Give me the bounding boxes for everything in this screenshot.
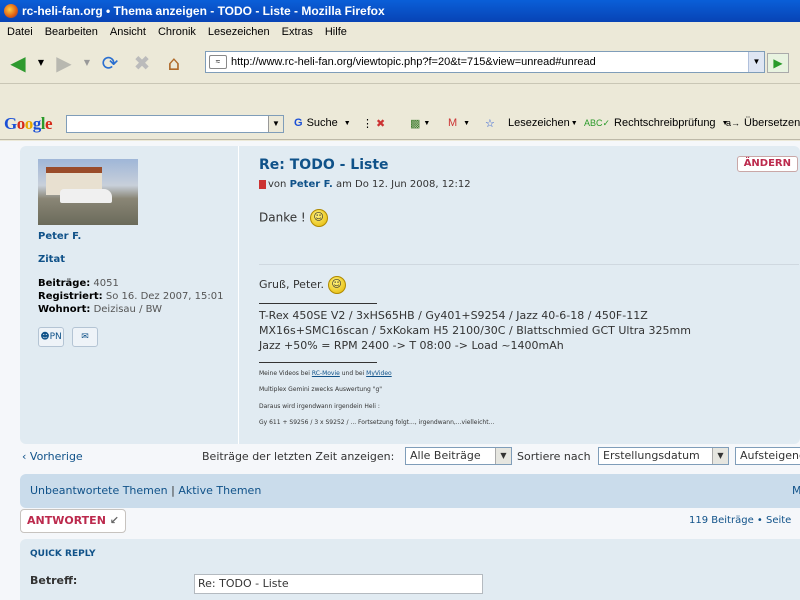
spellcheck-icon: ABC✓: [584, 117, 611, 128]
unanswered-topics-link[interactable]: Unbeantwortete Themen: [30, 484, 168, 497]
window-title: rc-heli-fan.org • Thema anzeigen - TODO …: [22, 4, 385, 18]
envelope-icon: ✉: [81, 332, 89, 342]
signature-line: [259, 303, 377, 304]
gmail-icon[interactable]: M ▼: [448, 117, 470, 129]
back-dropdown-icon[interactable]: ▼: [36, 49, 46, 77]
back-button[interactable]: ◀: [4, 49, 32, 77]
address-bar[interactable]: ≈ http://www.rc-heli-fan.org/viewtopic.p…: [205, 51, 765, 73]
post-meta: von Peter F. am Do 12. Jun 2008, 12:12: [259, 179, 471, 190]
sig-line-3: Daraus wird irgendwann irgendein Heli :: [259, 403, 380, 410]
post-author-link[interactable]: Peter F.: [290, 179, 333, 190]
menu-bearbeiten[interactable]: Bearbeiten: [45, 26, 98, 38]
post-body: Re: TODO - Liste ÄNDERN von Peter F. am …: [238, 146, 799, 444]
show-select[interactable]: Alle Beiträge ▼: [405, 447, 512, 465]
window-titlebar: rc-heli-fan.org • Thema anzeigen - TODO …: [0, 0, 800, 22]
bookmark-star-icon[interactable]: ☆: [485, 117, 495, 130]
chevron-left-icon: ‹: [22, 450, 27, 463]
google-search-dropdown-icon[interactable]: ▼: [268, 116, 283, 132]
navigation-toolbar: ◀ ▼ ▶ ▼ ⟳ ✖ ⌂ ≈ http://www.rc-heli-fan.o…: [0, 42, 800, 84]
google-suche-button[interactable]: G Suche ▼: [294, 117, 351, 129]
reply-arrow-icon: ↙: [109, 514, 119, 527]
url-text: http://www.rc-heli-fan.org/viewtopic.php…: [231, 56, 596, 68]
waving-smiley-icon: ☺: [327, 276, 346, 294]
subject-input[interactable]: Re: TODO - Liste: [194, 574, 483, 594]
author-stats: Beiträge: 4051 Registriert: So 16. Dez 2…: [38, 278, 224, 315]
google-g-icon: G: [294, 117, 303, 129]
subject-label: Betreff:: [30, 574, 78, 587]
url-dropdown-icon[interactable]: ▼: [748, 52, 764, 72]
post-title[interactable]: Re: TODO - Liste: [259, 157, 389, 173]
lesezeichen-button[interactable]: Lesezeichen ▼: [508, 117, 578, 129]
popup-blocker-icon[interactable]: ✖: [376, 117, 385, 130]
gadgets-icon[interactable]: ▩ ▼: [410, 117, 430, 130]
google-logo: Google: [4, 113, 53, 133]
post-profile: Peter F. Zitat Beiträge: 4051 Registrier…: [38, 159, 248, 347]
menu-ansicht[interactable]: Ansicht: [110, 26, 146, 38]
post-text: Danke ! ☺: [259, 209, 328, 227]
myvideo-link[interactable]: MyVideo: [366, 370, 392, 377]
spellcheck-button[interactable]: ABC✓ Rechtschreibprüfung ▼: [584, 117, 729, 129]
google-toolbar: Google ▼ G Suche ▼ ⋮ ✖ ▩ ▼ M ▼ ☆ Lesezeich…: [0, 108, 800, 140]
signature: T-Rex 450SE V2 / 3xHS65HB / Gy401+S9254 …: [259, 309, 691, 352]
order-select[interactable]: Aufsteigend: [735, 447, 800, 465]
quick-reply-panel: QUICK REPLY Betreff: Re: TODO - Liste: [20, 539, 800, 600]
author-link[interactable]: Peter F.: [38, 231, 248, 242]
toolbar-separator-icon: ⋮: [362, 118, 373, 130]
reply-button[interactable]: ANTWORTEN ↙: [20, 509, 126, 533]
post-count: 119 Beiträge • Seite: [689, 515, 792, 526]
post-file-icon: [259, 179, 266, 189]
chevron-down-icon: ▼: [343, 119, 351, 127]
stop-button[interactable]: ✖: [128, 49, 156, 77]
translate-icon: a→: [726, 118, 741, 128]
reload-button[interactable]: ⟳: [96, 49, 124, 77]
sig-line-4: Gy 611 + S9256 / 3 x S9252 / ... Fortset…: [259, 419, 495, 426]
sig-videos: Meine Videos bei RC-Movie und bei MyVide…: [259, 370, 392, 377]
chevron-down-icon: ▼: [570, 119, 578, 127]
page-content: Peter F. Zitat Beiträge: 4051 Registrier…: [0, 141, 800, 600]
menu-lesezeichen[interactable]: Lesezeichen: [208, 26, 270, 38]
pagination-row: ‹ Vorherige Beiträge der letzten Zeit an…: [0, 444, 800, 468]
pm-button[interactable]: ☻PN: [38, 327, 64, 347]
quick-reply-heading: QUICK REPLY: [30, 549, 96, 559]
avatar: [38, 159, 138, 225]
home-button[interactable]: ⌂: [160, 49, 188, 77]
forward-dropdown-icon[interactable]: ▼: [82, 49, 92, 77]
rc-movie-link[interactable]: RC-Movie: [312, 370, 340, 377]
show-label: Beiträge der letzten Zeit anzeigen:: [202, 450, 395, 463]
previous-link[interactable]: ‹ Vorherige: [22, 450, 83, 463]
sort-label: Sortiere nach: [517, 450, 591, 463]
quote-link[interactable]: Zitat: [38, 254, 248, 265]
chevron-down-icon: ▼: [495, 448, 511, 464]
menu-hilfe[interactable]: Hilfe: [325, 26, 347, 38]
google-search-input[interactable]: ▼: [66, 115, 284, 133]
page-icon: ≈: [209, 55, 227, 69]
nav-right-link[interactable]: M: [792, 474, 800, 508]
post-divider: [259, 264, 799, 265]
firefox-icon: [4, 4, 18, 18]
translate-button[interactable]: a→ Übersetzen: [726, 117, 800, 129]
forum-post: Peter F. Zitat Beiträge: 4051 Registrier…: [20, 146, 800, 444]
active-topics-link[interactable]: Aktive Themen: [178, 484, 261, 497]
greeting: Gruß, Peter. ☺: [259, 276, 346, 294]
menu-chronik[interactable]: Chronik: [158, 26, 196, 38]
signature-line-2: [259, 362, 377, 363]
sig-line-2: Multiplex Gemini zwecks Auswertung "g": [259, 386, 383, 393]
menu-datei[interactable]: Datei: [7, 26, 33, 38]
edit-button[interactable]: ÄNDERN: [736, 156, 798, 172]
email-button[interactable]: ✉: [72, 327, 98, 347]
user-icon: ☻: [40, 332, 50, 342]
chevron-down-icon: ▼: [712, 448, 728, 464]
sort-select[interactable]: Erstellungsdatum ▼: [598, 447, 729, 465]
forward-button[interactable]: ▶: [50, 49, 78, 77]
go-button[interactable]: ▶: [767, 53, 789, 73]
nav-panel: Unbeantwortete Themen | Aktive Themen M: [20, 474, 800, 508]
menu-bar: Datei Bearbeiten Ansicht Chronik Lesezei…: [0, 22, 800, 42]
smiley-icon: ☺: [309, 209, 328, 227]
menu-extras[interactable]: Extras: [282, 26, 313, 38]
